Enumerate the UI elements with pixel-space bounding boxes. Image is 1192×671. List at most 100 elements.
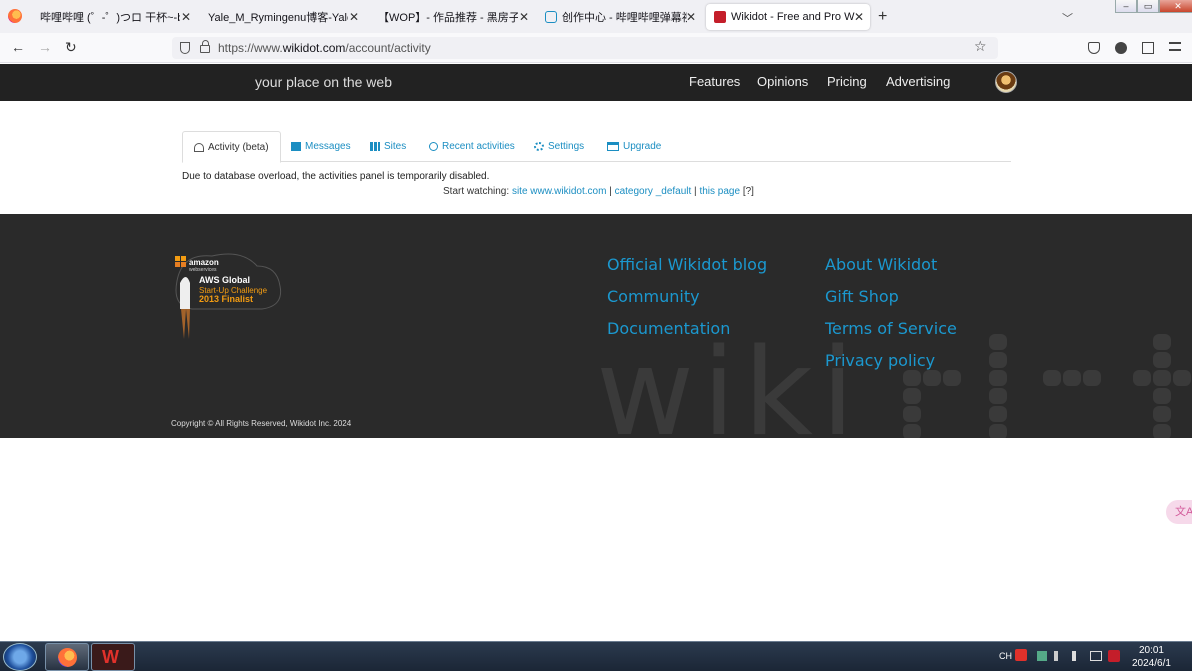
tab-label: Activity (beta) bbox=[208, 141, 269, 153]
nav-features[interactable]: Features bbox=[689, 74, 740, 89]
envelope-icon bbox=[291, 142, 301, 151]
browser-tab[interactable]: Yale_M_Rymingenu博客-Yale_M_Ry ✕ bbox=[200, 4, 365, 30]
aws-startup-challenge-logo: amazon webservices AWS Global Start-Up C… bbox=[175, 253, 282, 339]
footer-link-about[interactable]: About Wikidot bbox=[825, 255, 937, 274]
nav-pricing[interactable]: Pricing bbox=[827, 74, 867, 89]
footer-link-privacy[interactable]: Privacy policy bbox=[825, 351, 935, 370]
speaker-muted-icon[interactable] bbox=[1054, 651, 1064, 661]
tab-close-icon[interactable]: ✕ bbox=[854, 10, 864, 24]
disabled-notice: Due to database overload, the activities… bbox=[182, 171, 490, 182]
tracking-shield-icon[interactable] bbox=[180, 42, 190, 54]
watch-site-link[interactable]: site www.wikidot.com bbox=[512, 186, 606, 197]
taskbar: W CH 20:01 2024/6/1 bbox=[0, 641, 1192, 671]
wps-tray-icon[interactable] bbox=[1108, 650, 1120, 662]
tray-app-icon[interactable] bbox=[1037, 651, 1047, 661]
firefox-icon bbox=[58, 648, 77, 667]
extensions-puzzle-icon[interactable] bbox=[1142, 42, 1154, 54]
url-domain: wikidot.com bbox=[282, 41, 346, 55]
forward-arrow-icon[interactable]: → bbox=[38, 39, 52, 55]
tab-sites[interactable]: Sites bbox=[359, 131, 417, 162]
url-prefix: https://www. bbox=[218, 41, 283, 55]
tab-close-icon[interactable]: ✕ bbox=[181, 10, 191, 24]
url-path: /account/activity bbox=[345, 41, 431, 55]
reload-icon[interactable]: ↻ bbox=[65, 39, 77, 55]
window-close-button[interactable]: ✕ bbox=[1159, 0, 1192, 13]
taskbar-firefox[interactable] bbox=[45, 643, 89, 671]
watch-page-link[interactable]: this page bbox=[699, 186, 740, 197]
window-controls: – ▭ ✕ bbox=[1115, 0, 1192, 14]
nav-opinions[interactable]: Opinions bbox=[757, 74, 808, 89]
tab-title: Yale_M_Rymingenu博客-Yale_M_Ry bbox=[208, 12, 348, 24]
browser-tab[interactable]: 【WOP】- 作品推荐 - 黑房子 - 哔哩 ✕ bbox=[370, 4, 535, 30]
clock-date: 2024/6/1 bbox=[1132, 658, 1171, 669]
translate-icon[interactable]: 文A bbox=[1166, 500, 1192, 524]
tab-messages[interactable]: Messages bbox=[280, 131, 362, 162]
site-header: your place on the web Features Opinions … bbox=[0, 64, 1192, 101]
start-button[interactable] bbox=[3, 643, 37, 671]
footer-link-gift-shop[interactable]: Gift Shop bbox=[825, 287, 899, 306]
system-clock[interactable]: 20:01 2024/6/1 bbox=[1132, 644, 1171, 670]
tab-upgrade[interactable]: Upgrade bbox=[596, 131, 672, 162]
aws-amazon-text: amazon bbox=[189, 258, 219, 267]
firefox-logo-icon[interactable] bbox=[8, 9, 22, 23]
footer-link-blog[interactable]: Official Wikidot blog bbox=[607, 255, 767, 274]
ime-lang[interactable]: CH bbox=[999, 651, 1012, 661]
dashboard-icon bbox=[194, 142, 204, 152]
tab-title: Wikidot - Free and Pro Wiki Hosting bbox=[731, 11, 855, 23]
copyright-text: Copyright © All Rights Reserved, Wikidot… bbox=[171, 419, 352, 428]
tab-label: Settings bbox=[548, 141, 585, 152]
account-tabs: Activity (beta) Messages Sites Recent ac… bbox=[182, 131, 1011, 163]
help-link[interactable]: [?] bbox=[743, 186, 754, 197]
network-icon[interactable] bbox=[1090, 651, 1102, 661]
tab-title: 哔哩哔哩 (゜-゜)つロ 干杯~-bilibili bbox=[40, 12, 180, 24]
tab-title: 【WOP】- 作品推荐 - 黑房子 - 哔哩 bbox=[378, 12, 518, 24]
browser-tab[interactable]: 创作中心 - 哔哩哔哩弹幕视频网 ✕ bbox=[537, 4, 702, 30]
account-s-icon[interactable] bbox=[1115, 42, 1127, 54]
tab-label: Upgrade bbox=[623, 141, 662, 152]
footer-link-community[interactable]: Community bbox=[607, 287, 700, 306]
url-text[interactable]: https://www.wikidot.com/account/activity bbox=[218, 41, 431, 55]
user-avatar[interactable] bbox=[995, 71, 1017, 93]
tab-list-chevron-icon[interactable]: ﹀ bbox=[1062, 10, 1073, 26]
tab-close-icon[interactable]: ✕ bbox=[519, 10, 529, 24]
menu-hamburger-icon[interactable] bbox=[1169, 42, 1181, 51]
browser-nav-bar: ← → ↻ https://www.wikidot.com/account/ac… bbox=[0, 33, 1192, 63]
browser-tab-active[interactable]: Wikidot - Free and Pro Wiki Hosting ✕ bbox=[706, 4, 870, 30]
taskbar-wps[interactable]: W bbox=[91, 643, 135, 671]
lock-icon[interactable] bbox=[200, 40, 210, 53]
volume-icon[interactable] bbox=[1072, 651, 1082, 661]
clock-time: 20:01 bbox=[1138, 645, 1164, 656]
url-bar[interactable]: https://www.wikidot.com/account/activity bbox=[172, 37, 998, 59]
aws-webservices-text: webservices bbox=[189, 267, 217, 273]
footer-link-terms[interactable]: Terms of Service bbox=[825, 319, 957, 338]
tab-recent-activities[interactable]: Recent activities bbox=[418, 131, 526, 162]
bilibili-tv-icon bbox=[545, 11, 557, 23]
tab-close-icon[interactable]: ✕ bbox=[349, 10, 359, 24]
maximize-button[interactable]: ▭ bbox=[1137, 0, 1159, 13]
tab-close-icon[interactable]: ✕ bbox=[686, 10, 696, 24]
minimize-button[interactable]: – bbox=[1115, 0, 1137, 13]
aws-finalist-text: 2013 Finalist bbox=[199, 294, 253, 304]
back-arrow-icon[interactable]: ← bbox=[11, 39, 25, 55]
tab-label: Sites bbox=[384, 141, 407, 152]
bookmark-star-icon[interactable]: ☆ bbox=[974, 38, 987, 55]
wikidot-favicon-icon bbox=[714, 11, 726, 23]
browser-tab[interactable]: 哔哩哔哩 (゜-゜)つロ 干杯~-bilibili ✕ bbox=[32, 4, 197, 30]
tab-settings[interactable]: Settings bbox=[523, 131, 595, 162]
watch-category-link[interactable]: category _default bbox=[615, 186, 692, 197]
nav-advertising[interactable]: Advertising bbox=[886, 74, 950, 89]
tab-label: Recent activities bbox=[442, 141, 515, 152]
tab-label: Messages bbox=[305, 141, 351, 152]
footer-link-documentation[interactable]: Documentation bbox=[607, 319, 730, 338]
account-panel: Activity (beta) Messages Sites Recent ac… bbox=[0, 101, 1192, 214]
separator: | bbox=[606, 186, 615, 197]
tab-title: 创作中心 - 哔哩哔哩弹幕视频网 bbox=[562, 12, 687, 24]
browser-tab-strip: 哔哩哔哩 (゜-゜)つロ 干杯~-bilibili ✕ Yale_M_Rymin… bbox=[0, 0, 1192, 33]
credit-card-icon bbox=[607, 142, 619, 151]
sogou-ime-icon[interactable] bbox=[1015, 649, 1027, 661]
wikidot-dots-watermark bbox=[903, 334, 1191, 438]
new-tab-button[interactable]: + bbox=[878, 8, 887, 26]
aws-global-text: AWS Global bbox=[199, 275, 250, 285]
tab-activity[interactable]: Activity (beta) bbox=[182, 131, 281, 163]
pocket-icon[interactable] bbox=[1088, 42, 1100, 54]
